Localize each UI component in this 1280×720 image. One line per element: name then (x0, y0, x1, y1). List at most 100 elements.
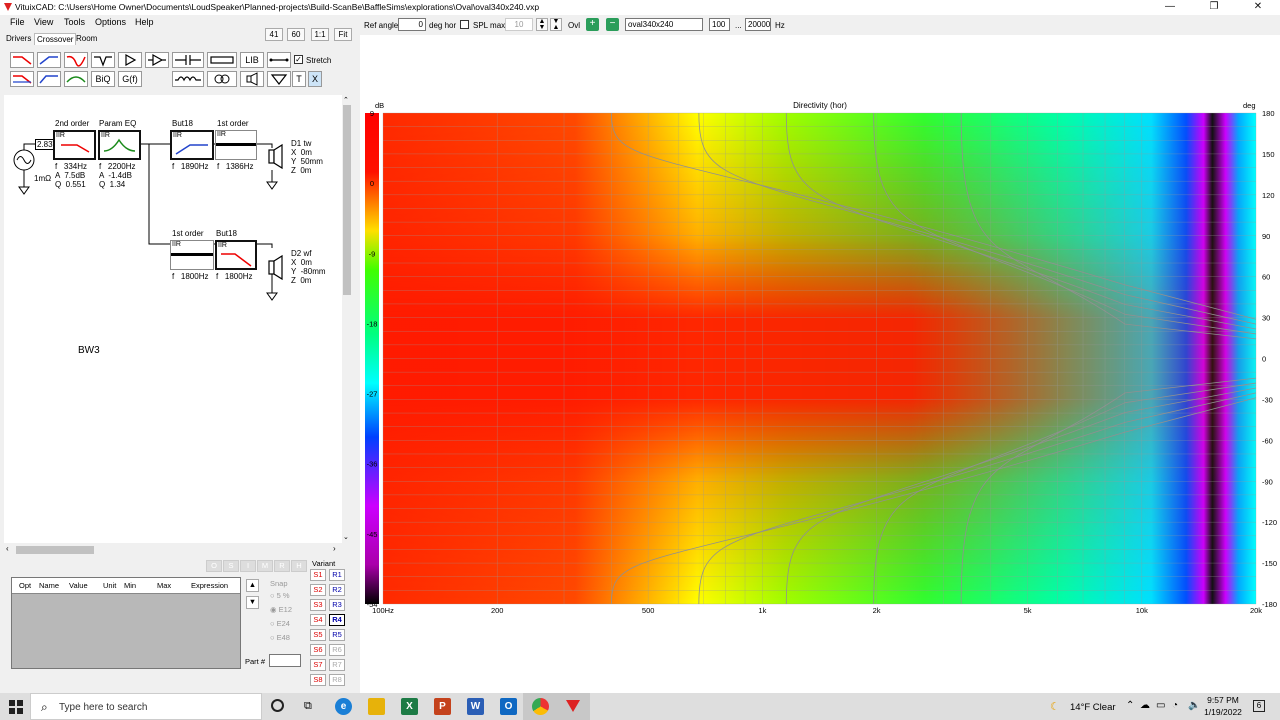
part-h-button[interactable]: H (291, 560, 307, 572)
menu-view[interactable]: View (34, 17, 53, 27)
excel-icon[interactable]: X (401, 698, 418, 715)
snap-radio-e24[interactable]: ○ E24 (270, 619, 290, 628)
but18-highpass-block[interactable]: IIR (170, 130, 214, 160)
overlay-name-input[interactable]: oval340x240 (625, 18, 703, 31)
shelving-filter-button[interactable] (64, 71, 88, 87)
outlook-icon[interactable]: O (500, 698, 517, 715)
snap-radio-e48[interactable]: ○ E48 (270, 633, 290, 642)
spin-up-down-icon[interactable]: ▲ ▼ (536, 18, 548, 31)
variant-r7-button[interactable]: R7 (329, 659, 345, 671)
onedrive-cloud-icon[interactable]: ☁ (1140, 700, 1150, 711)
word-icon[interactable]: W (467, 698, 484, 715)
variant-r8-button[interactable]: R8 (329, 674, 345, 686)
inductor-button[interactable] (172, 71, 204, 87)
cortana-icon[interactable] (271, 699, 284, 712)
scroll-thumb[interactable] (16, 546, 94, 554)
lowpass-filter-button[interactable] (10, 52, 34, 68)
ref-angle-input[interactable]: 0 (398, 18, 426, 31)
variant-s5-button[interactable]: S5 (310, 629, 326, 641)
variant-r4-button[interactable]: R4 (329, 614, 345, 626)
zoom-60-button[interactable]: 60 (287, 28, 305, 41)
text-button[interactable]: T (292, 71, 306, 87)
variant-s6-button[interactable]: S6 (310, 644, 326, 656)
capacitor-button[interactable] (172, 52, 204, 68)
scroll-thumb[interactable] (343, 105, 351, 295)
optimizer-table[interactable]: Opt Name Value Unit Min Max Expression (11, 577, 241, 669)
windows-start-icon[interactable] (9, 700, 23, 714)
zoom-1to1-button[interactable]: 1:1 (311, 28, 329, 41)
scroll-left-icon[interactable]: ‹ (6, 544, 9, 553)
menu-options[interactable]: Options (95, 17, 126, 27)
part-o-button[interactable]: O (206, 560, 222, 572)
variant-s2-button[interactable]: S2 (310, 584, 326, 596)
but18-lowpass-block[interactable]: IIR (215, 240, 257, 270)
part-i-button[interactable]: I (240, 560, 256, 572)
file-explorer-icon[interactable] (368, 698, 385, 715)
powerpoint-icon[interactable]: P (434, 698, 451, 715)
clock-time[interactable]: 9:57 PM (1206, 695, 1240, 705)
scroll-down-icon[interactable]: ⌄ (343, 533, 349, 541)
weather-text[interactable]: 14°F Clear (1070, 702, 1116, 713)
notch-filter-button[interactable] (91, 52, 115, 68)
driver-button[interactable] (240, 71, 264, 87)
chrome-icon[interactable] (532, 698, 549, 715)
tab-drivers[interactable]: Drivers (4, 33, 33, 45)
stretch-checkbox[interactable]: ✓ (294, 55, 303, 64)
maximize-button[interactable]: ❐ (1192, 0, 1236, 15)
menu-help[interactable]: Help (135, 17, 154, 27)
clock-date[interactable]: 1/19/2022 (1202, 707, 1244, 717)
tab-crossover[interactable]: Crossover (34, 33, 77, 45)
move-up-icon[interactable]: ▲ (246, 579, 259, 592)
menu-tools[interactable]: Tools (64, 17, 85, 27)
minimize-button[interactable]: — (1148, 0, 1192, 15)
buffer-button[interactable] (118, 52, 142, 68)
zoom-fit-button[interactable]: Fit (334, 28, 352, 41)
variant-s7-button[interactable]: S7 (310, 659, 326, 671)
bandpass-filter-button[interactable] (37, 71, 61, 87)
battery-icon[interactable]: ▭ (1156, 700, 1165, 711)
scroll-up-icon[interactable]: ⌃ (343, 96, 349, 104)
volume-icon[interactable]: 🔈 (1188, 700, 1200, 711)
spl-max-checkbox[interactable] (460, 20, 469, 29)
tab-room[interactable]: Room (74, 33, 99, 45)
overlay-add-icon[interactable]: + (586, 18, 599, 31)
variant-r3-button[interactable]: R3 (329, 599, 345, 611)
variant-s3-button[interactable]: S3 (310, 599, 326, 611)
part-s-button[interactable]: S (223, 560, 239, 572)
part-r-button[interactable]: R (274, 560, 290, 572)
variant-r2-button[interactable]: R2 (329, 584, 345, 596)
resistor-button[interactable] (207, 52, 237, 68)
snap-radio-e12[interactable]: ◉ E12 (270, 605, 292, 614)
menu-file[interactable]: File (10, 17, 25, 27)
schematic-vertical-scrollbar[interactable]: ⌃ ⌄ (342, 95, 352, 543)
overlay-remove-icon[interactable]: − (606, 18, 619, 31)
schematic-horizontal-scrollbar[interactable]: ‹ › (4, 543, 342, 557)
highpass-2nd-order-block[interactable]: IIR (53, 130, 96, 160)
edge-browser-icon[interactable]: e (335, 698, 352, 715)
variant-s4-button[interactable]: S4 (310, 614, 326, 626)
close-button[interactable]: ✕ (1236, 0, 1280, 15)
zoom-41-button[interactable]: 41 (265, 28, 283, 41)
wire-button[interactable] (267, 52, 291, 68)
task-view-icon[interactable]: ⧉ (304, 700, 312, 713)
crossover-schematic[interactable]: 2.83V 1mΩ 2nd order IIR f 334Hz A 7.5dB … (4, 95, 342, 543)
transformer-button[interactable] (207, 71, 237, 87)
freq-max-input[interactable]: 20000 (745, 18, 771, 31)
variant-r5-button[interactable]: R5 (329, 629, 345, 641)
freq-min-input[interactable]: 100 (709, 18, 730, 31)
part-m-button[interactable]: M (257, 560, 273, 572)
gain-block-button[interactable] (145, 52, 169, 68)
allpass-filter-button[interactable] (64, 52, 88, 68)
move-down-icon[interactable]: ▼ (246, 596, 259, 609)
network-icon[interactable]: ◔ (1172, 700, 1178, 711)
variant-s1-button[interactable]: S1 (310, 569, 326, 581)
notifications-icon[interactable]: 6 (1253, 700, 1265, 712)
delete-x-button[interactable]: X (308, 71, 322, 87)
spin-collapse-icon[interactable]: ▼ ▲ (550, 18, 562, 31)
variant-s8-button[interactable]: S8 (310, 674, 326, 686)
taskbar-search[interactable]: ⌕ Type here to search (30, 693, 262, 720)
highpass-filter-button[interactable] (37, 52, 61, 68)
ground-button[interactable] (267, 71, 291, 87)
first-order-block[interactable]: IIR (215, 130, 257, 160)
gf-button[interactable]: G(f) (118, 71, 142, 87)
